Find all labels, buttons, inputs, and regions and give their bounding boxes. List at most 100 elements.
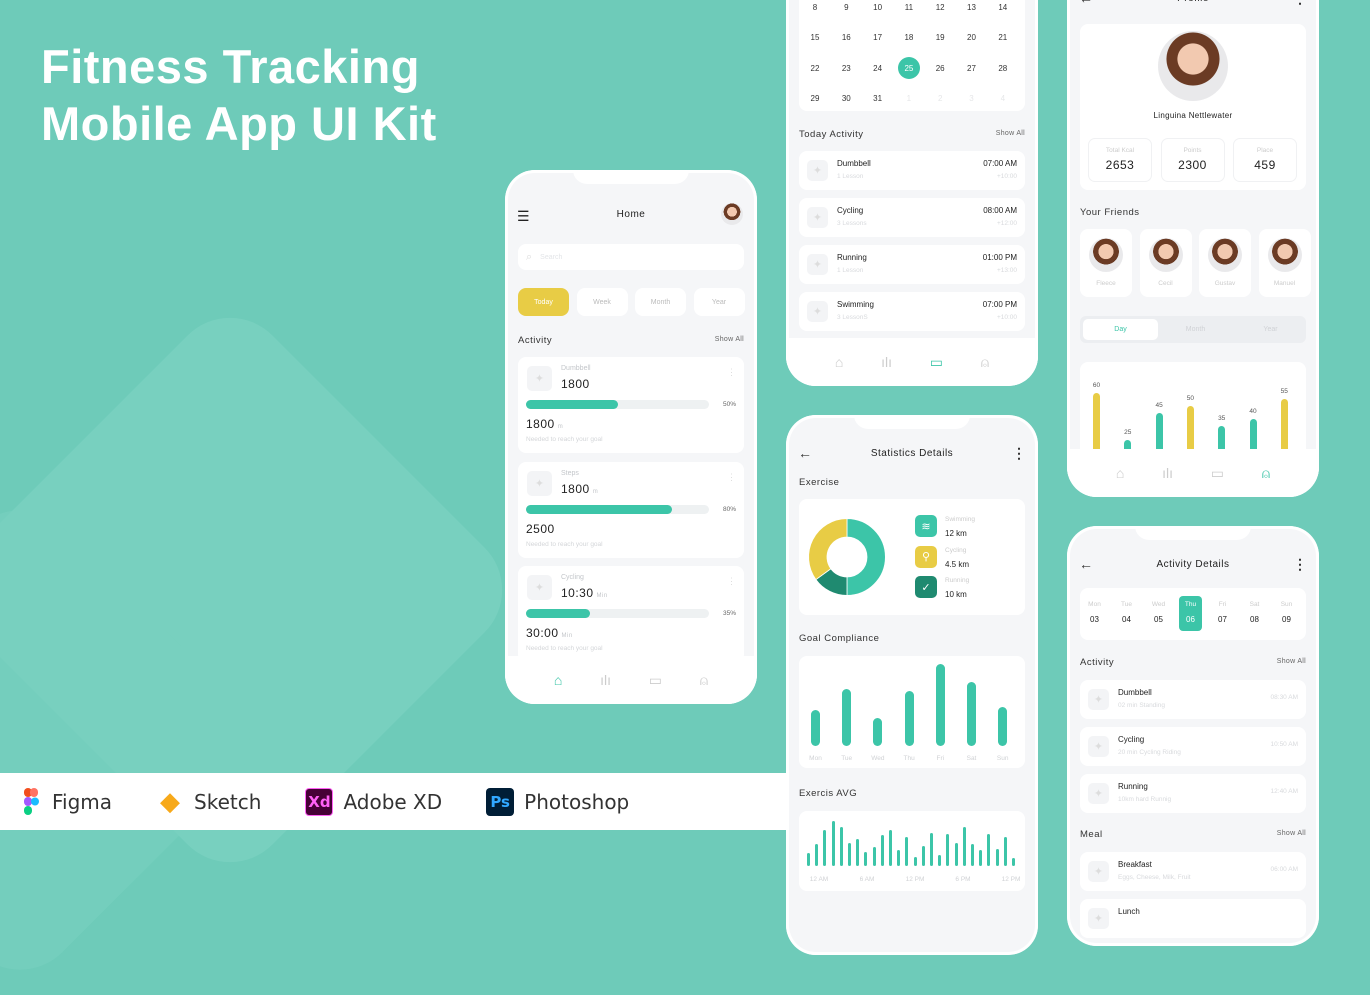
more-icon[interactable]: ⋮ (727, 472, 736, 483)
calendar-day[interactable]: 23 (835, 57, 857, 79)
calendar-day[interactable]: 14 (992, 0, 1014, 18)
calendar-day[interactable]: 1 (898, 88, 920, 110)
legend-icon-cycling: ⚲ (915, 545, 937, 568)
day-number: 09 (1282, 615, 1291, 624)
list-item[interactable]: ✦ Cycling 3 Lessons 08:00 AM +12:00 (799, 198, 1025, 237)
list-item[interactable]: ✦ Running 1 Lesson 01:00 PM +13:00 (799, 245, 1025, 284)
x-tick-label: Wed (871, 755, 885, 762)
friend-card[interactable]: Gustav (1199, 229, 1251, 297)
show-all-link[interactable]: Show All (1277, 658, 1306, 665)
day-wed[interactable]: Wed 05 (1147, 596, 1170, 631)
day-fri[interactable]: Fri 07 (1211, 596, 1234, 631)
calendar-day[interactable]: 3 (961, 88, 983, 110)
calendar-day[interactable]: 19 (929, 27, 951, 49)
calendar-day[interactable]: 31 (867, 88, 889, 110)
calendar-icon[interactable]: ▭ (930, 354, 943, 371)
show-all-link[interactable]: Show All (715, 336, 744, 343)
calendar-day[interactable]: 16 (835, 27, 857, 49)
list-item[interactable]: ✦ Dumbbell 1 Lesson 07:00 AM +10:00 (799, 151, 1025, 190)
calendar-day[interactable]: 17 (867, 27, 889, 49)
bar (904, 691, 914, 746)
calendar-day[interactable]: 20 (961, 27, 983, 49)
calendar-day[interactable]: 13 (961, 0, 983, 18)
segment-year[interactable]: Year (1233, 319, 1308, 340)
day-sun[interactable]: Sun 09 (1275, 596, 1298, 631)
friend-card[interactable]: Fleece (1080, 229, 1132, 297)
tab-today[interactable]: Today (518, 288, 569, 316)
item-time: 07:00 AM (983, 159, 1017, 168)
value: 1800 (561, 481, 590, 496)
calendar-day[interactable]: 21 (992, 27, 1014, 49)
tab-week[interactable]: Week (576, 288, 628, 316)
calendar-day[interactable]: 30 (835, 88, 857, 110)
stat-label: Points (1183, 147, 1202, 154)
calendar-icon[interactable]: ▭ (1211, 465, 1224, 482)
more-icon[interactable]: ⋮ (1293, 556, 1307, 573)
list-item[interactable]: ✦ Lunch (1080, 899, 1306, 938)
stats-icon[interactable]: ılı (600, 672, 611, 688)
bar (921, 846, 925, 866)
bottom-nav: ⌂ ılı ▭ ⍝ (505, 656, 757, 704)
list-item[interactable]: ✦ Swimming 3 LessonS 07:00 PM +10:00 (799, 292, 1025, 331)
stats-icon[interactable]: ılı (1162, 465, 1173, 481)
calendar-day[interactable]: 15 (804, 27, 826, 49)
tab-year[interactable]: Year (693, 288, 745, 316)
calendar-day[interactable]: 8 (804, 0, 826, 18)
stat-value: 2300 (1178, 158, 1207, 172)
show-all-link[interactable]: Show All (996, 130, 1025, 137)
profile-icon[interactable]: ⍝ (981, 354, 989, 371)
bar (946, 834, 950, 866)
stats-icon[interactable]: ılı (881, 354, 892, 370)
day-thu[interactable]: Thu 06 (1179, 596, 1202, 631)
bar (938, 855, 942, 866)
calendar-day[interactable]: 4 (992, 88, 1014, 110)
bar (831, 821, 835, 866)
list-item[interactable]: ✦ Breakfast Eggs, Cheese, Milk, Fruit 06:00… (1080, 852, 1306, 891)
calendar-day[interactable]: 11 (898, 0, 920, 18)
friend-card[interactable]: Manuel (1258, 229, 1311, 297)
item-name: Running (837, 253, 867, 262)
search-input[interactable]: ⌕ Search (518, 244, 744, 270)
segment-day[interactable]: Day (1083, 319, 1158, 340)
profile-icon[interactable]: ⍝ (1262, 465, 1270, 482)
list-item[interactable]: ✦ Dumbbell 02 min Standing 08:30 AM (1080, 680, 1306, 719)
period-segmented-control: Day Month Year (1080, 316, 1306, 343)
avatar[interactable] (721, 203, 743, 225)
bar (979, 850, 983, 866)
more-icon[interactable]: ⋮ (727, 367, 736, 378)
calendar-day[interactable]: 12 (929, 0, 951, 18)
day-tue[interactable]: Tue 04 (1115, 596, 1138, 631)
more-icon[interactable]: ⋮ (1012, 445, 1026, 462)
list-item[interactable]: ✦ Running 10km hard Runnig 12:40 AM (1080, 774, 1306, 813)
calendar-day[interactable]: 25 (897, 57, 920, 79)
calendar-icon[interactable]: ▭ (649, 672, 662, 689)
donut-chart (807, 507, 887, 612)
segment-month[interactable]: Month (1158, 319, 1233, 340)
calendar-day[interactable]: 28 (992, 57, 1014, 79)
more-icon[interactable]: ⋮ (1293, 0, 1307, 7)
more-icon[interactable]: ⋮ (727, 576, 736, 587)
calendar-day[interactable]: 27 (961, 57, 983, 79)
calendar-day[interactable]: 2 (929, 88, 951, 110)
calendar-day[interactable]: 18 (898, 27, 920, 49)
calendar-day[interactable]: 29 (804, 88, 826, 110)
item-delta: +10:00 (996, 173, 1017, 180)
calendar-day[interactable]: 10 (867, 0, 889, 18)
calendar-day[interactable]: 22 (804, 57, 826, 79)
tab-month[interactable]: Month (635, 288, 686, 316)
home-icon[interactable]: ⌂ (1116, 465, 1124, 481)
home-icon[interactable]: ⌂ (835, 354, 843, 370)
x-tick-label: Fri (936, 755, 945, 762)
page-title: Activity Details (1156, 559, 1230, 570)
calendar-day[interactable]: 26 (929, 57, 951, 79)
home-icon[interactable]: ⌂ (554, 672, 562, 688)
day-sat[interactable]: Sat 08 (1243, 596, 1266, 631)
show-all-link[interactable]: Show All (1277, 830, 1306, 837)
list-item[interactable]: ✦ Cycling 20 min Cycling Riding 10:50 AM (1080, 727, 1306, 766)
calendar-day[interactable]: 9 (835, 0, 857, 18)
x-tick-label: Sat (966, 755, 977, 762)
day-mon[interactable]: Mon 03 (1083, 596, 1106, 631)
friend-card[interactable]: Cecil (1139, 229, 1192, 297)
profile-icon[interactable]: ⍝ (700, 672, 708, 689)
calendar-day[interactable]: 24 (867, 57, 889, 79)
